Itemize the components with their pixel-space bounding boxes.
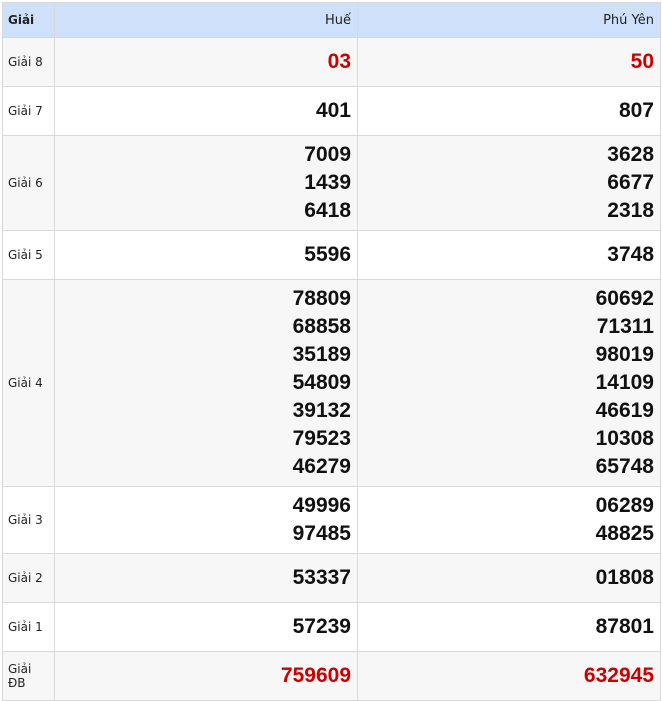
prize-row-1: Giải 1 57239 87801: [2, 602, 661, 652]
result-number: 632945: [583, 664, 654, 687]
prize-column-header: Giải: [2, 2, 55, 38]
prize-label: Giải 4: [2, 279, 55, 487]
result-number: 35189: [292, 343, 351, 366]
result-number: 48825: [595, 522, 654, 545]
result-number: 49996: [292, 494, 351, 517]
result-number: 06289: [595, 494, 654, 517]
result-number: 78809: [292, 287, 351, 310]
result-cell-hue: 759609: [54, 651, 358, 701]
result-number: 3628: [607, 143, 654, 166]
prize-row-6: Giải 6 7009 1439 6418 3628 6677 2318: [2, 135, 661, 231]
result-number: 03: [327, 50, 351, 73]
province-header-phu-yen[interactable]: Phú Yên: [357, 2, 661, 38]
result-number: 6677: [607, 171, 654, 194]
result-number: 68858: [292, 315, 351, 338]
result-number: 3748: [607, 243, 654, 266]
prize-label: Giải 3: [2, 486, 55, 554]
prize-label: Giải ĐB: [2, 651, 55, 701]
result-number: 97485: [292, 522, 351, 545]
result-cell-phu-yen: 87801: [357, 602, 661, 652]
prize-row-special: Giải ĐB 759609 632945: [2, 651, 661, 701]
result-cell-phu-yen: 632945: [357, 651, 661, 701]
result-number: 71311: [596, 315, 654, 338]
result-number: 46279: [292, 455, 351, 478]
result-number: 1439: [304, 171, 351, 194]
result-cell-hue: 57239: [54, 602, 358, 652]
result-number: 46619: [595, 399, 654, 422]
result-cell-phu-yen: 3628 6677 2318: [357, 135, 661, 231]
result-number: 01808: [595, 566, 654, 589]
result-cell-hue: 49996 97485: [54, 486, 358, 554]
result-cell-phu-yen: 60692 71311 98019 14109 46619 10308 6574…: [357, 279, 661, 487]
prize-row-3: Giải 3 49996 97485 06289 48825: [2, 486, 661, 554]
result-cell-hue: 401: [54, 86, 358, 136]
lottery-results-table: Giải Huế Phú Yên Giải 8 03 50 Giải 7 401…: [2, 2, 661, 701]
result-number: 53337: [292, 566, 351, 589]
result-number: 50: [630, 50, 654, 73]
header-row: Giải Huế Phú Yên: [2, 2, 661, 38]
prize-label: Giải 1: [2, 602, 55, 652]
prize-row-4: Giải 4 78809 68858 35189 54809 39132 795…: [2, 279, 661, 487]
result-number: 87801: [595, 615, 654, 638]
prize-row-5: Giải 5 5596 3748: [2, 230, 661, 280]
prize-label: Giải 8: [2, 37, 55, 87]
result-cell-phu-yen: 50: [357, 37, 661, 87]
result-cell-hue: 78809 68858 35189 54809 39132 79523 4627…: [54, 279, 358, 487]
result-number: 65748: [595, 455, 654, 478]
prize-label: Giải 7: [2, 86, 55, 136]
prize-row-7: Giải 7 401 807: [2, 86, 661, 136]
result-number: 759609: [280, 664, 351, 687]
result-cell-phu-yen: 01808: [357, 553, 661, 603]
result-cell-phu-yen: 807: [357, 86, 661, 136]
result-number: 39132: [292, 399, 351, 422]
prize-label: Giải 2: [2, 553, 55, 603]
result-cell-hue: 5596: [54, 230, 358, 280]
province-header-hue[interactable]: Huế: [54, 2, 358, 38]
result-cell-phu-yen: 3748: [357, 230, 661, 280]
result-number: 14109: [595, 371, 654, 394]
prize-row-2: Giải 2 53337 01808: [2, 553, 661, 603]
result-cell-hue: 53337: [54, 553, 358, 603]
result-cell-phu-yen: 06289 48825: [357, 486, 661, 554]
result-number: 807: [618, 99, 654, 122]
result-number: 54809: [292, 371, 351, 394]
result-number: 79523: [292, 427, 351, 450]
result-cell-hue: 03: [54, 37, 358, 87]
result-number: 6418: [304, 199, 351, 222]
result-cell-hue: 7009 1439 6418: [54, 135, 358, 231]
result-number: 401: [315, 99, 351, 122]
result-number: 98019: [595, 343, 654, 366]
result-number: 60692: [595, 287, 654, 310]
result-number: 5596: [304, 243, 351, 266]
result-number: 10308: [595, 427, 654, 450]
result-number: 2318: [607, 199, 654, 222]
result-number: 57239: [292, 615, 351, 638]
prize-label: Giải 6: [2, 135, 55, 231]
prize-row-8: Giải 8 03 50: [2, 37, 661, 87]
result-number: 7009: [304, 143, 351, 166]
prize-label: Giải 5: [2, 230, 55, 280]
